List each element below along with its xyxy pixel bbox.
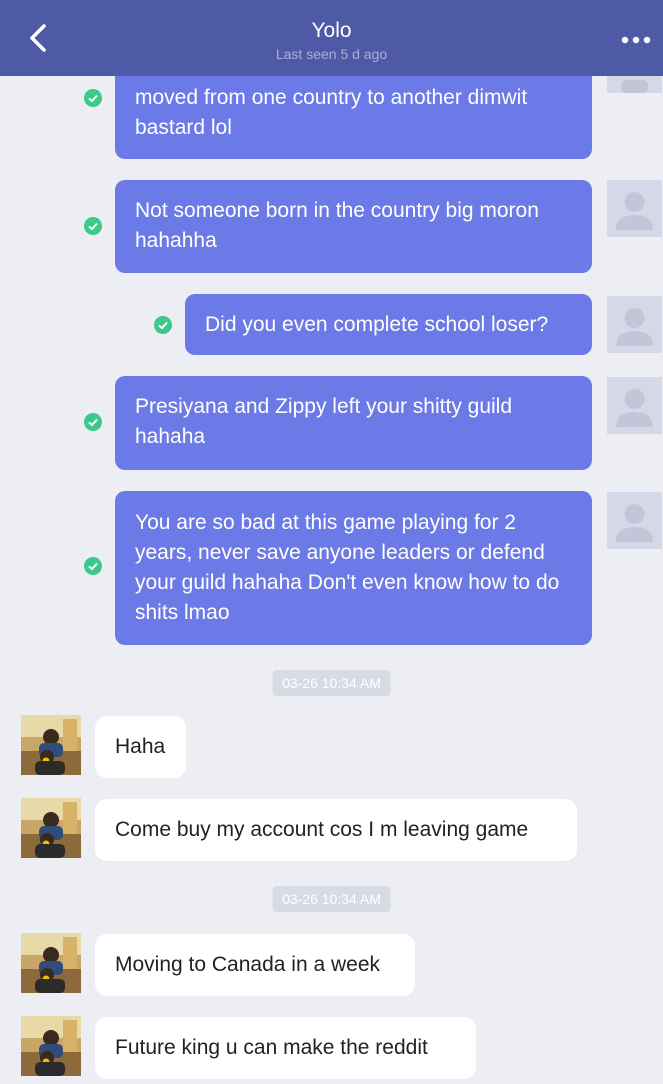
avatar-photo-icon <box>21 798 81 858</box>
avatar-placeholder[interactable] <box>607 296 662 353</box>
message-bubble: Presiyana and Zippy left your shitty gui… <box>115 376 592 470</box>
read-check-icon <box>84 89 102 107</box>
avatar-photo-icon <box>21 1016 81 1076</box>
message-bubble: Did you even complete school loser? <box>185 294 592 355</box>
avatar-placeholder[interactable] <box>607 377 662 434</box>
contact-avatar[interactable] <box>21 933 81 993</box>
read-check-icon <box>84 413 102 431</box>
avatar-placeholder[interactable] <box>607 492 662 549</box>
message-bubble: Haha <box>95 716 186 778</box>
message-bubble: Moving to Canada in a week <box>95 934 415 996</box>
message-bubble: Come buy my account cos I m leaving game <box>95 799 577 861</box>
user-icon <box>616 504 653 542</box>
message-bubble: Future king u can make the reddit <box>95 1017 476 1079</box>
timestamp-divider: 03-26 10:34 AM <box>272 886 391 912</box>
more-options-button[interactable] <box>617 30 657 50</box>
message-bubble: You are so bad at this game playing for … <box>115 491 592 645</box>
message-bubble: Not someone born in the country big moro… <box>115 180 592 273</box>
contact-avatar[interactable] <box>21 1016 81 1076</box>
avatar-photo-icon <box>21 933 81 993</box>
contact-avatar[interactable] <box>21 715 81 775</box>
user-icon <box>616 308 653 346</box>
contact-avatar[interactable] <box>21 798 81 858</box>
avatar-placeholder[interactable] <box>607 180 662 237</box>
read-check-icon <box>84 217 102 235</box>
chat-header: Yolo Last seen 5 d ago <box>0 0 663 76</box>
timestamp-divider: 03-26 10:34 AM <box>272 670 391 696</box>
last-seen-status: Last seen 5 d ago <box>275 46 388 62</box>
user-icon <box>616 192 653 230</box>
user-icon <box>616 389 653 427</box>
read-check-icon <box>84 557 102 575</box>
contact-name[interactable]: Yolo <box>0 19 663 43</box>
avatar-photo-icon <box>21 715 81 775</box>
read-check-icon <box>154 316 172 334</box>
more-horizontal-icon <box>621 36 651 44</box>
